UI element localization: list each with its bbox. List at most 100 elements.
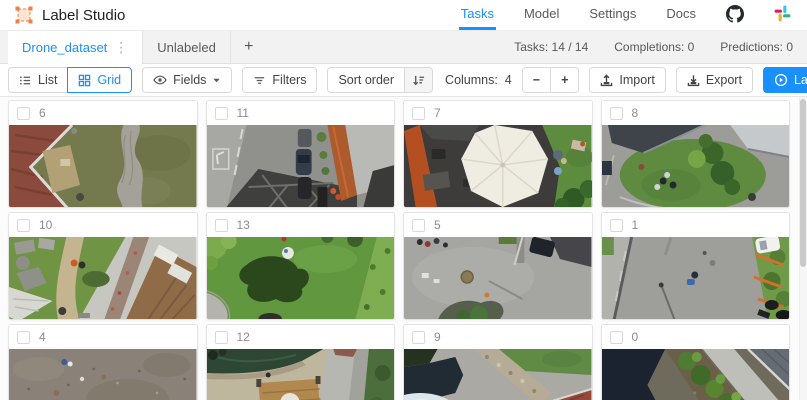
columns-increase-button[interactable]: + xyxy=(550,67,580,93)
task-card-header: 10 xyxy=(9,213,197,237)
import-icon xyxy=(601,73,613,86)
add-tab-button[interactable]: + xyxy=(231,31,267,63)
task-card[interactable]: 7 xyxy=(403,100,593,208)
task-card[interactable]: 13 xyxy=(205,212,395,320)
tab-menu-kebab-icon[interactable]: ⋮ xyxy=(114,39,128,56)
filters-label: Filters xyxy=(272,73,307,87)
task-id: 10 xyxy=(39,218,53,232)
task-thumbnail[interactable] xyxy=(9,237,197,319)
stat-tasks: Tasks: 14 / 14 xyxy=(514,40,589,54)
task-id: 8 xyxy=(631,106,639,120)
export-icon xyxy=(687,74,700,86)
task-checkbox[interactable] xyxy=(412,330,425,344)
export-label: Export xyxy=(705,73,742,87)
task-checkbox[interactable] xyxy=(609,106,623,120)
task-stats: Tasks: 14 / 14 Completions: 0 Prediction… xyxy=(514,31,807,63)
task-card-header: 6 xyxy=(9,101,197,125)
label-button[interactable]: Label xyxy=(762,67,807,93)
export-button[interactable]: Export xyxy=(675,67,753,93)
task-thumbnail[interactable] xyxy=(601,349,789,400)
task-checkbox[interactable] xyxy=(214,106,228,120)
scrollbar-thumb[interactable] xyxy=(800,99,806,267)
task-checkbox[interactable] xyxy=(214,330,228,344)
grid-label: Grid xyxy=(97,73,122,87)
task-checkbox[interactable] xyxy=(412,106,425,120)
tab-label: Unlabeled xyxy=(157,39,216,55)
task-id: 6 xyxy=(39,106,46,120)
list-view-button[interactable]: List xyxy=(8,67,69,93)
task-thumbnail[interactable] xyxy=(206,125,394,207)
label-label: Label xyxy=(793,73,807,87)
github-icon[interactable] xyxy=(724,0,746,30)
sort-direction-button[interactable] xyxy=(404,67,434,93)
task-card[interactable]: 11 xyxy=(205,100,395,208)
nav-settings[interactable]: Settings xyxy=(587,0,638,30)
task-id: 4 xyxy=(39,330,46,344)
task-card[interactable]: 8 xyxy=(600,100,790,208)
top-navbar: Label Studio Tasks Model Settings Docs xyxy=(0,0,807,31)
slack-icon[interactable] xyxy=(772,0,793,30)
filters-button[interactable]: Filters xyxy=(242,67,318,93)
eye-icon xyxy=(153,75,167,85)
task-thumbnail[interactable] xyxy=(404,237,592,319)
task-card-header: 1 xyxy=(601,213,789,237)
task-id: 12 xyxy=(236,330,250,344)
task-card[interactable]: 4 xyxy=(8,324,198,400)
task-checkbox[interactable] xyxy=(17,330,30,344)
task-id: 0 xyxy=(631,330,639,344)
columns-decrease-button[interactable]: − xyxy=(521,67,552,93)
task-id: 11 xyxy=(236,106,249,120)
task-checkbox[interactable] xyxy=(214,218,228,232)
toolbar: List Grid Fields Filters Sort order Colu… xyxy=(0,64,807,97)
import-button[interactable]: Import xyxy=(589,67,666,93)
task-card[interactable]: 10 xyxy=(8,212,198,320)
grid-view-button[interactable]: Grid xyxy=(67,67,133,93)
task-card[interactable]: 6 xyxy=(8,100,198,208)
scrollbar-track[interactable] xyxy=(799,97,807,400)
nav-links: Tasks Model Settings Docs xyxy=(458,0,793,30)
task-thumbnail[interactable] xyxy=(404,125,592,207)
task-checkbox[interactable] xyxy=(609,330,623,344)
task-id: 9 xyxy=(434,330,441,344)
task-checkbox[interactable] xyxy=(412,218,425,232)
task-card[interactable]: 0 xyxy=(600,324,790,400)
task-id: 1 xyxy=(631,218,639,232)
nav-model[interactable]: Model xyxy=(522,0,561,30)
tab-unlabeled[interactable]: Unlabeled xyxy=(143,31,231,63)
play-circle-icon xyxy=(774,73,788,87)
sort-order-button[interactable]: Sort order xyxy=(327,67,406,93)
task-card[interactable]: 12 xyxy=(205,324,395,400)
task-checkbox[interactable] xyxy=(17,218,30,232)
nav-tasks[interactable]: Tasks xyxy=(458,0,496,30)
task-card-header: 0 xyxy=(601,325,789,349)
fields-button[interactable]: Fields xyxy=(142,67,233,93)
task-thumbnail[interactable] xyxy=(601,125,789,207)
stat-predictions: Predictions: 0 xyxy=(720,40,793,54)
nav-docs[interactable]: Docs xyxy=(664,0,698,30)
task-thumbnail[interactable] xyxy=(601,237,789,319)
import-label: Import xyxy=(619,73,655,87)
fields-label: Fields xyxy=(173,73,207,87)
task-checkbox[interactable] xyxy=(17,106,30,120)
task-grid-area: 6 11 7 8 10 13 5 1 4 12 9 0 xyxy=(0,97,807,400)
task-thumbnail[interactable] xyxy=(9,349,197,400)
task-thumbnail[interactable] xyxy=(206,237,394,319)
task-id: 7 xyxy=(434,106,441,120)
grid-icon xyxy=(79,74,91,86)
task-thumbnail[interactable] xyxy=(206,349,394,400)
sort-descending-icon xyxy=(413,75,425,85)
task-thumbnail[interactable] xyxy=(404,349,592,400)
stat-completions: Completions: 0 xyxy=(614,40,695,54)
brand[interactable]: Label Studio xyxy=(14,0,125,30)
task-card[interactable]: 1 xyxy=(600,212,790,320)
task-id: 13 xyxy=(236,218,250,232)
task-card-header: 5 xyxy=(404,213,592,237)
task-card[interactable]: 5 xyxy=(403,212,593,320)
columns-value: 4 xyxy=(504,73,512,87)
task-card[interactable]: 9 xyxy=(403,324,593,400)
task-card-header: 8 xyxy=(601,101,789,125)
tab-drone-dataset[interactable]: Drone_dataset ⋮ xyxy=(8,31,144,64)
task-thumbnail[interactable] xyxy=(9,125,197,207)
task-card-header: 9 xyxy=(404,325,592,349)
task-checkbox[interactable] xyxy=(609,218,623,232)
